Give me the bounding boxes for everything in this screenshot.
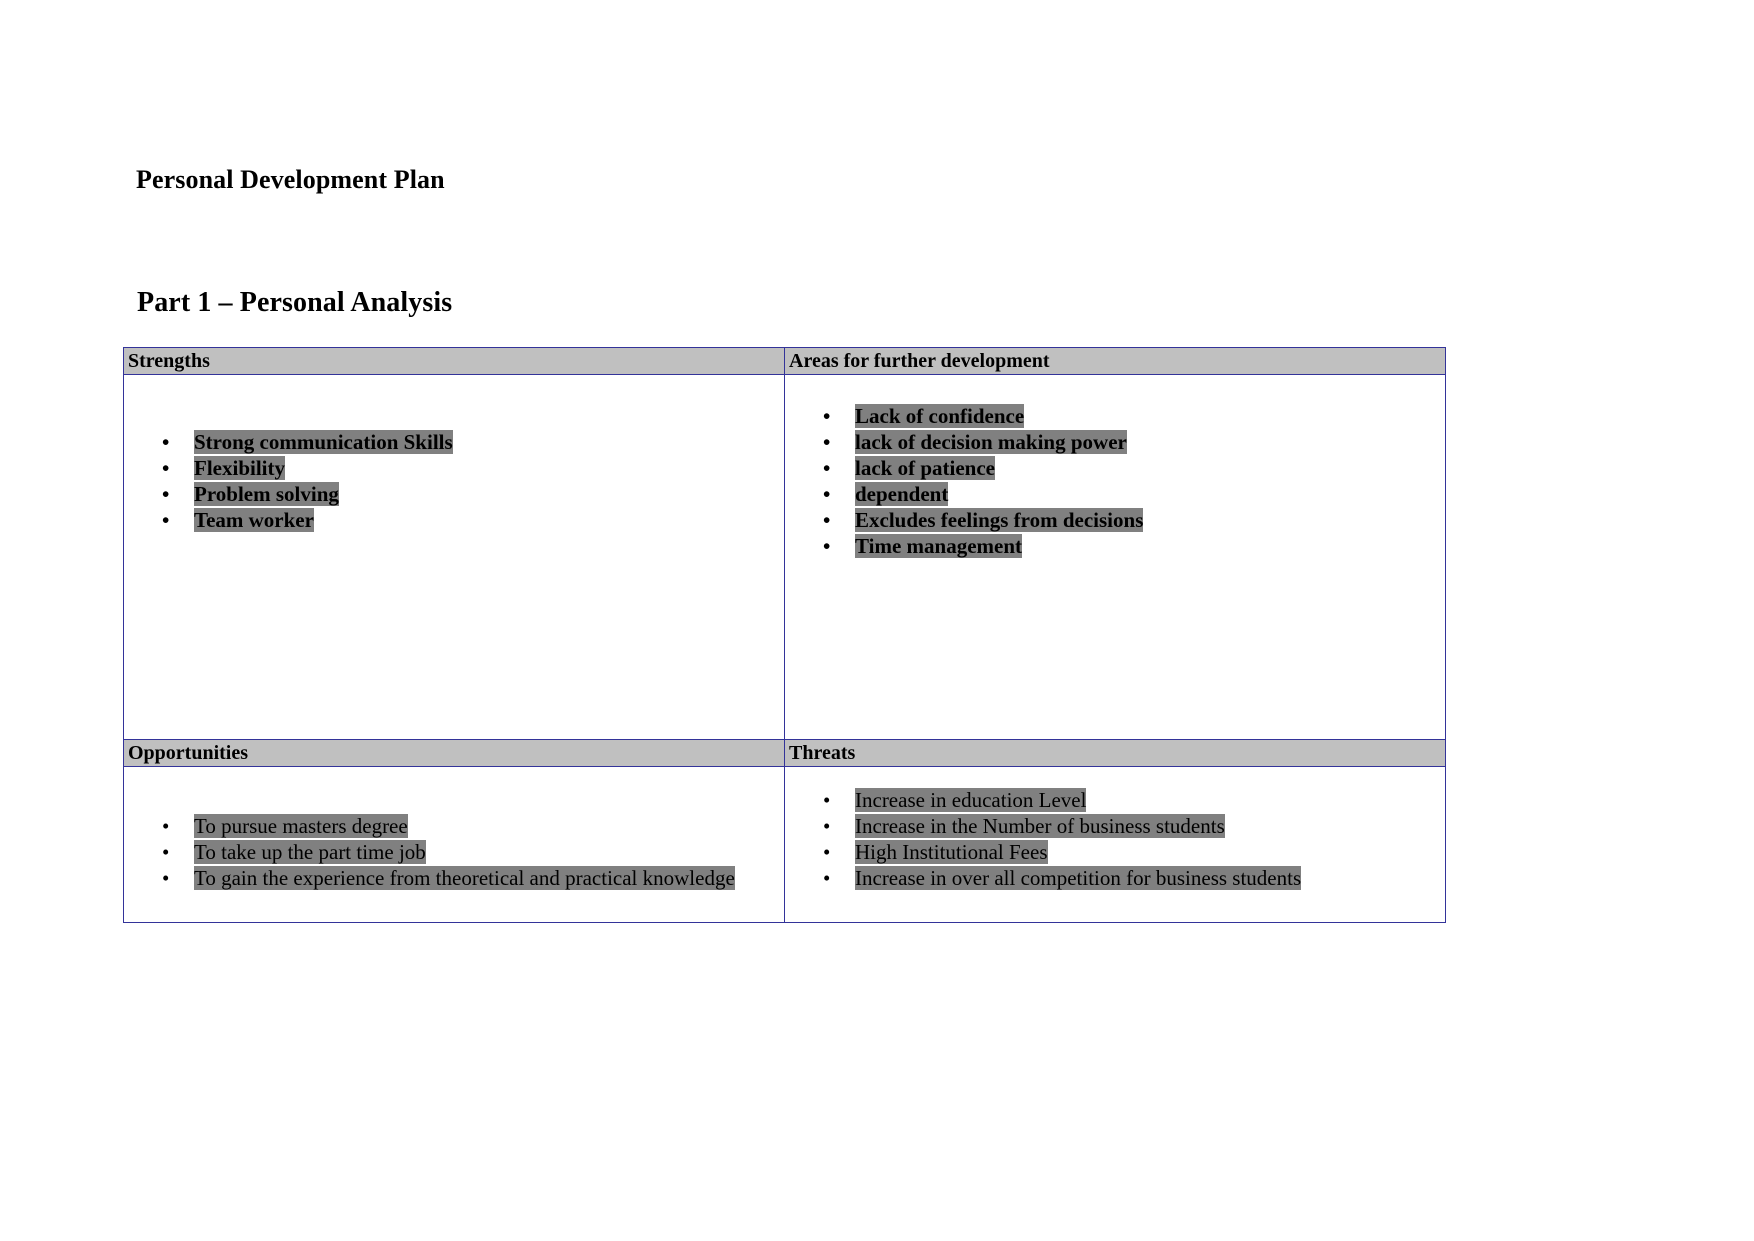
list-item-text: Flexibility xyxy=(194,456,285,480)
list-item: To gain the experience from theoretical … xyxy=(124,865,784,891)
body-cell-strengths: Strong communication SkillsFlexibilityPr… xyxy=(123,374,785,740)
list-item-text: dependent xyxy=(855,482,949,506)
list-item-text: To pursue masters degree xyxy=(194,814,408,838)
header-cell-opportunities: Opportunities xyxy=(123,739,785,767)
body-cell-opportunities: To pursue masters degreeTo take up the p… xyxy=(123,766,785,923)
list-item-text: lack of decision making power xyxy=(855,430,1127,454)
body-cell-threats: Increase in education LevelIncrease in t… xyxy=(784,766,1446,923)
table-row-body-top: Strong communication SkillsFlexibilityPr… xyxy=(123,374,1446,740)
list-item: lack of decision making power xyxy=(785,429,1445,455)
strengths-list: Strong communication SkillsFlexibilityPr… xyxy=(124,429,784,533)
header-cell-threats: Threats xyxy=(784,739,1446,767)
list-item-text: Increase in education Level xyxy=(855,788,1087,812)
strengths-header-label: Strengths xyxy=(128,350,210,372)
list-item: Flexibility xyxy=(124,455,784,481)
list-item: Lack of confidence xyxy=(785,403,1445,429)
opportunities-list: To pursue masters degreeTo take up the p… xyxy=(124,813,784,891)
list-item: lack of patience xyxy=(785,455,1445,481)
list-item-text: Team worker xyxy=(194,508,314,532)
areas-header-label: Areas for further development xyxy=(789,350,1050,372)
list-item: High Institutional Fees xyxy=(785,839,1445,865)
header-cell-areas: Areas for further development xyxy=(784,347,1446,375)
swot-analysis-table: Strengths Areas for further development … xyxy=(123,347,1446,923)
list-item-text: Increase in the Number of business stude… xyxy=(855,814,1225,838)
list-item: Excludes feelings from decisions xyxy=(785,507,1445,533)
list-item-text: High Institutional Fees xyxy=(855,840,1048,864)
list-item-text: To take up the part time job xyxy=(194,840,426,864)
list-item: dependent xyxy=(785,481,1445,507)
document-page: Personal Development Plan Part 1 – Perso… xyxy=(0,0,1754,1241)
list-item-text: Increase in over all competition for bus… xyxy=(855,866,1302,890)
table-row-body-bottom: To pursue masters degreeTo take up the p… xyxy=(123,766,1446,923)
list-item: Time management xyxy=(785,533,1445,559)
list-item: Increase in the Number of business stude… xyxy=(785,813,1445,839)
table-row-headers-bottom: Opportunities Threats xyxy=(123,739,1446,767)
threats-header-label: Threats xyxy=(789,742,856,764)
list-item: Increase in over all competition for bus… xyxy=(785,865,1445,891)
list-item-text: Strong communication Skills xyxy=(194,430,453,454)
list-item: To take up the part time job xyxy=(124,839,784,865)
list-item-text: Time management xyxy=(855,534,1023,558)
list-item: Team worker xyxy=(124,507,784,533)
list-item-text: To gain the experience from theoretical … xyxy=(194,866,735,890)
areas-list: Lack of confidencelack of decision makin… xyxy=(785,403,1445,559)
header-cell-strengths: Strengths xyxy=(123,347,785,375)
list-item: To pursue masters degree xyxy=(124,813,784,839)
list-item-text: lack of patience xyxy=(855,456,995,480)
list-item: Strong communication Skills xyxy=(124,429,784,455)
list-item-text: Excludes feelings from decisions xyxy=(855,508,1144,532)
opportunities-header-label: Opportunities xyxy=(128,742,249,764)
list-item-text: Problem solving xyxy=(194,482,339,506)
list-item: Increase in education Level xyxy=(785,787,1445,813)
table-row-headers-top: Strengths Areas for further development xyxy=(123,347,1446,375)
list-item-text: Lack of confidence xyxy=(855,404,1025,428)
threats-list: Increase in education LevelIncrease in t… xyxy=(785,787,1445,891)
page-title: Personal Development Plan xyxy=(136,165,445,194)
list-item: Problem solving xyxy=(124,481,784,507)
body-cell-areas: Lack of confidencelack of decision makin… xyxy=(784,374,1446,740)
section-heading: Part 1 – Personal Analysis xyxy=(137,287,453,318)
